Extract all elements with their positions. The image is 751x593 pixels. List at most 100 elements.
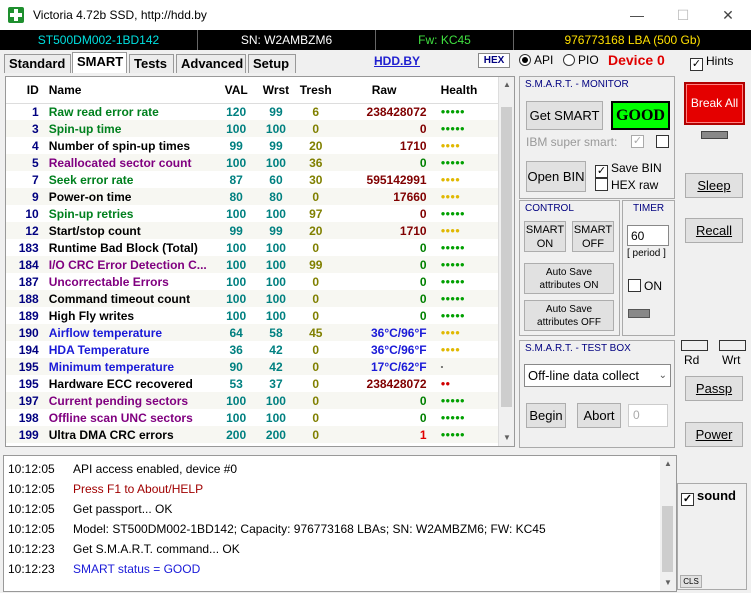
attr-id: 5: [6, 154, 43, 171]
attr-name: Power-on time: [42, 188, 217, 205]
table-row[interactable]: 3 Spin-up time 100 100 0 0 ●●●●●: [6, 120, 499, 137]
table-row[interactable]: 198 Offline scan UNC sectors 100 100 0 0 ●●●●●: [6, 409, 499, 426]
col-name[interactable]: Name: [42, 77, 217, 104]
scroll-down-arrow-icon[interactable]: ▼: [499, 430, 514, 446]
attr-worst: 200: [256, 426, 296, 443]
smart-on-button[interactable]: SMART ON: [524, 221, 566, 252]
tab-tests[interactable]: Tests: [129, 54, 174, 73]
begin-test-button[interactable]: Begin: [526, 403, 566, 428]
attr-name: Runtime Bad Block (Total): [48, 240, 198, 255]
test-progress-field: 0: [628, 404, 668, 427]
drive-serial: SN: W2AMBZM6: [198, 30, 376, 50]
save-bin-checkbox[interactable]: ✓ Save BIN: [595, 161, 662, 178]
smart-testbox-group: S.M.A.R.T. - TEST BOX Off-line data coll…: [519, 340, 675, 448]
col-raw[interactable]: Raw: [335, 77, 433, 104]
get-smart-button[interactable]: Get SMART: [526, 101, 603, 130]
power-button[interactable]: Power: [685, 422, 743, 447]
hex-raw-checkbox[interactable]: HEX raw: [595, 178, 658, 192]
scroll-up-arrow-icon[interactable]: ▲: [499, 77, 514, 93]
col-health[interactable]: Health: [432, 77, 499, 104]
attr-health: ●●●●●: [440, 243, 465, 252]
attr-name: Reallocated sector count: [42, 154, 217, 171]
sleep-button[interactable]: Sleep: [685, 173, 743, 198]
pio-label: PIO: [578, 53, 599, 67]
hints-checkbox[interactable]: ✓ Hints: [690, 54, 733, 71]
passport-button[interactable]: Passp: [685, 376, 743, 401]
table-row[interactable]: 199 Ultra DMA CRC errors 200 200 0 1 ●●●●●: [6, 426, 499, 443]
tab-smart[interactable]: SMART: [72, 52, 127, 73]
attr-health: ●●●●●: [432, 256, 499, 273]
sound-label: sound: [697, 488, 736, 503]
maximize-button[interactable]: ☐: [660, 0, 706, 30]
sound-checkbox[interactable]: ✓ sound: [681, 488, 736, 506]
table-row[interactable]: 194 HDA Temperature 36 42 0 36°C/96°F ●●●●: [6, 341, 499, 358]
attr-raw: 238428072: [366, 376, 427, 391]
close-button[interactable]: ✕: [705, 0, 751, 30]
attr-worst: 100: [265, 410, 286, 425]
minimize-button[interactable]: —: [614, 0, 660, 30]
open-bin-button[interactable]: Open BIN: [526, 161, 586, 192]
col-id[interactable]: ID: [6, 77, 43, 104]
test-type-value: Off-line data collect: [528, 368, 640, 383]
table-row[interactable]: 190 Airflow temperature 64 58 45 36°C/96°F ●●●…: [6, 324, 499, 341]
hex-button[interactable]: HEX: [478, 53, 510, 68]
scroll-up-arrow-icon[interactable]: ▲: [660, 456, 676, 472]
table-row[interactable]: 197 Current pending sectors 100 100 0 0 ●●●●●: [6, 392, 499, 409]
smart-off-button[interactable]: SMART OFF: [572, 221, 614, 252]
tab-setup[interactable]: Setup: [248, 54, 296, 73]
grid-scrollbar[interactable]: ▲ ▼: [498, 77, 514, 446]
attr-worst: 99: [269, 104, 283, 119]
hints-label: Hints: [706, 54, 734, 68]
col-tresh[interactable]: Tresh: [295, 77, 336, 104]
table-row[interactable]: 183 Runtime Bad Block (Total) 100 100 0 0 ●●●●…: [6, 239, 499, 256]
table-row[interactable]: 195 Hardware ECC recovered 53 37 0 238428072 ●…: [6, 375, 499, 392]
clear-log-button[interactable]: CLS: [680, 575, 702, 588]
break-all-button[interactable]: Break All: [684, 82, 745, 125]
recall-button[interactable]: Recall: [685, 218, 743, 243]
hdd-by-link[interactable]: HDD.BY: [374, 54, 420, 68]
attr-health: ●●●●●: [440, 277, 465, 286]
attr-health: ●●●●: [432, 222, 499, 239]
scroll-thumb[interactable]: [501, 107, 512, 407]
test-type-select[interactable]: Off-line data collect ⌄: [524, 364, 671, 387]
timer-on-checkbox[interactable]: ON: [628, 279, 662, 293]
table-row[interactable]: 12 Start/stop count 99 99 20 1710 ●●●●: [6, 222, 499, 239]
col-val[interactable]: VAL: [216, 77, 257, 104]
scroll-down-arrow-icon[interactable]: ▼: [660, 575, 676, 591]
table-row[interactable]: 184 I/O CRC Error Detection C... 100 100 99 0…: [6, 256, 499, 273]
log-line: 10:12:23 SMART status = GOOD: [8, 562, 200, 576]
ibm-extra-checkbox[interactable]: [656, 135, 669, 148]
pio-radio[interactable]: PIO: [563, 53, 599, 67]
table-row[interactable]: 195 Minimum temperature 90 42 0 17°C/62°F -: [6, 358, 499, 375]
log-scroll-thumb[interactable]: [662, 506, 673, 572]
log-line: 10:12:05 Press F1 to About/HELP: [8, 482, 203, 496]
autosave-off-button[interactable]: Auto Save attributes OFF: [524, 300, 614, 331]
tab-advanced[interactable]: Advanced: [176, 54, 246, 73]
table-row[interactable]: 189 High Fly writes 100 100 0 0 ●●●●●: [6, 307, 499, 324]
timer-period-input[interactable]: [627, 225, 669, 246]
tab-standard[interactable]: Standard: [4, 54, 71, 73]
attr-worst: 42: [269, 342, 283, 357]
attr-health: ●●●●: [440, 175, 460, 184]
abort-test-button[interactable]: Abort: [577, 403, 621, 428]
attr-health: ●●●●●: [432, 426, 499, 443]
table-row[interactable]: 7 Seek error rate 87 60 30 595142991 ●●●●: [6, 171, 499, 188]
attr-worst: 100: [265, 240, 286, 255]
log-scrollbar[interactable]: ▲ ▼: [660, 456, 676, 591]
table-row[interactable]: 9 Power-on time 80 80 0 17660 ●●●●: [6, 188, 499, 205]
attr-threshold: 99: [295, 256, 336, 273]
api-radio[interactable]: API: [519, 53, 553, 67]
table-row[interactable]: 188 Command timeout count 100 100 0 0 ●●●●●: [6, 290, 499, 307]
table-row[interactable]: 1 Raw read error rate 120 99 6 238428072 ●●●●●: [6, 103, 499, 120]
table-row[interactable]: 5 Reallocated sector count 100 100 36 0 ●●●●●: [6, 154, 499, 171]
col-wrst[interactable]: Wrst: [256, 77, 296, 104]
table-row[interactable]: 187 Uncorrectable Errors 100 100 0 0 ●●●●●: [6, 273, 499, 290]
attr-threshold: 20: [309, 138, 323, 153]
hex-raw-label: HEX raw: [611, 178, 659, 192]
table-row[interactable]: 10 Spin-up retries 100 100 97 0 ●●●●●: [6, 205, 499, 222]
smart-attributes-panel: ID Name VAL Wrst Tresh Raw Health 1 Raw r…: [5, 76, 515, 447]
table-row[interactable]: 4 Number of spin-up times 99 99 20 1710 ●●●●: [6, 137, 499, 154]
ibm-checkmark-icon[interactable]: ✓: [631, 135, 644, 148]
autosave-on-button[interactable]: Auto Save attributes ON: [524, 263, 614, 294]
attr-name: Seek error rate: [48, 172, 134, 187]
